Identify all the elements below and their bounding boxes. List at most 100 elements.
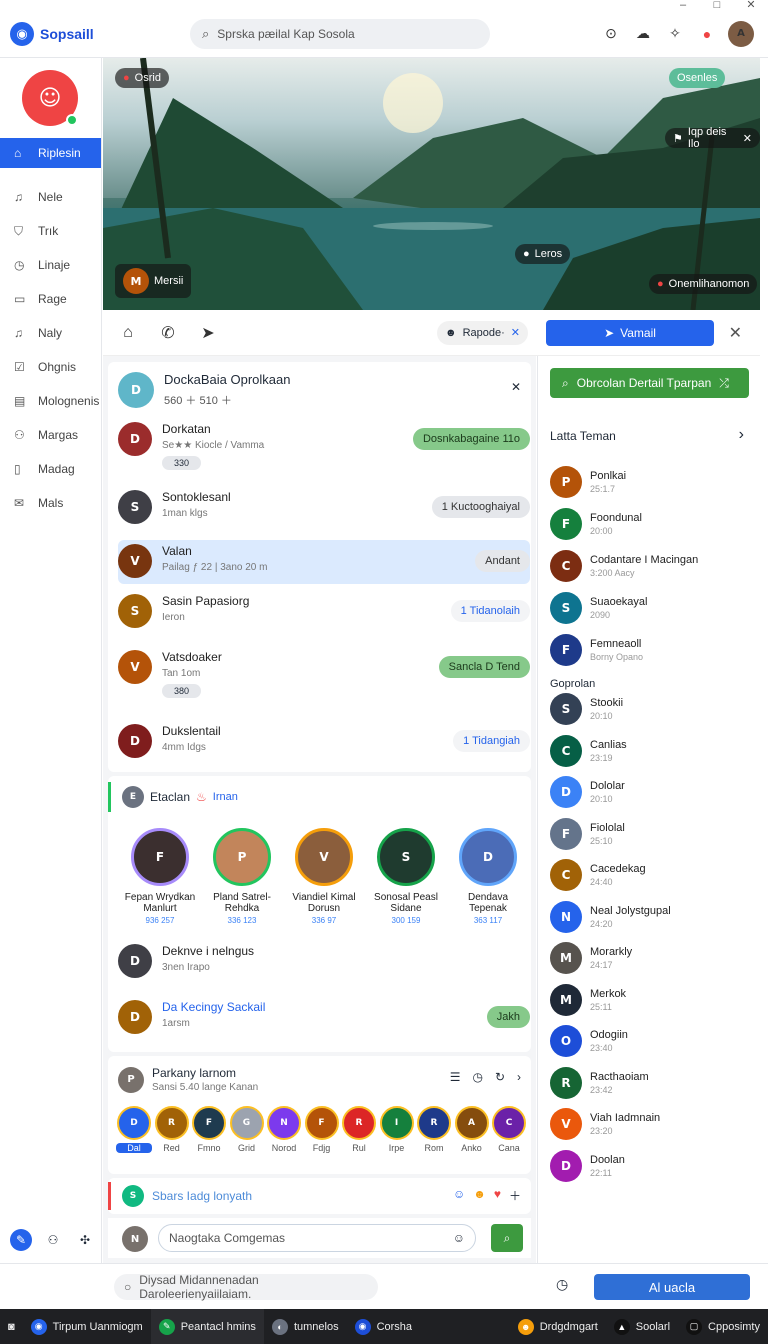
list-item[interactable]: D Dorkatan Se★★ Kiocle / Vamma 330 Dosnkabag… xyxy=(118,422,530,470)
taskbar-item[interactable]: ◉ Corsha xyxy=(347,1309,420,1344)
sidebar-item[interactable]: ☑ Ohgnis xyxy=(0,350,101,384)
friend-avatar[interactable]: O xyxy=(550,1025,582,1057)
friend-row[interactable]: N Neal Jolystgupal 24:20 xyxy=(550,900,749,933)
start-button[interactable]: ◙ xyxy=(0,1309,23,1344)
story-item[interactable]: R Rul xyxy=(341,1106,377,1153)
hero-banner[interactable]: ● Osrid Osenles ⚑ Iqp deis Ilo ✕ ● Leros M Me… xyxy=(103,58,760,310)
friend-row[interactable]: R Racthaoiam 23:42 xyxy=(550,1066,749,1099)
profile-avatar[interactable]: A xyxy=(728,20,754,47)
story-avatar[interactable]: C xyxy=(492,1106,526,1140)
close-icon[interactable]: ✕ xyxy=(511,380,521,394)
friend-avatar[interactable]: D xyxy=(550,1149,582,1182)
compose-icon[interactable]: ✎ xyxy=(10,1229,32,1251)
person-card[interactable]: S Sonosal Peasl Sidane 300 159 xyxy=(366,828,446,925)
friend-row[interactable]: D Doolan 22:11 xyxy=(550,1149,749,1182)
story-item[interactable]: R Rom xyxy=(416,1106,452,1153)
sidebar-item[interactable]: ♫ Naly xyxy=(0,316,101,350)
friend-avatar[interactable]: F xyxy=(550,817,582,850)
story-avatar[interactable]: F xyxy=(192,1106,226,1140)
person-card[interactable]: F Fepan Wrydkan Manlurt 936 257 xyxy=(120,828,200,925)
story-item[interactable]: N Norod xyxy=(266,1106,302,1153)
friend-row[interactable]: D Dololar 20:10 xyxy=(550,776,749,808)
list-item[interactable]: S Sontoklesanl 1man klgs 1 Kuctooghaiyal xyxy=(118,490,530,524)
story-avatar[interactable]: A xyxy=(454,1106,489,1140)
user-avatar[interactable]: D xyxy=(118,422,152,456)
list-item[interactable]: D Deknve i nelngus 3nen Irapo xyxy=(118,944,530,978)
user-avatar[interactable]: D xyxy=(118,944,152,978)
story-avatar[interactable]: D xyxy=(117,1106,151,1140)
story-item[interactable]: R Red xyxy=(154,1106,190,1153)
list-item[interactable]: V Vatsdoaker Tan 1om 380 Sancla D Tend xyxy=(118,650,530,698)
story-avatar[interactable]: R xyxy=(154,1106,189,1140)
phone-icon[interactable]: ✆ xyxy=(153,323,183,343)
emoji-icon[interactable]: ☻ xyxy=(473,1187,486,1204)
chevron-right-icon[interactable]: › xyxy=(517,1070,521,1084)
add-icon[interactable]: ＋ xyxy=(185,395,196,407)
home-icon[interactable]: ⌂ xyxy=(113,324,143,342)
person-card[interactable]: P Pland Satrel-Rehdka 336 123 xyxy=(202,828,282,925)
sidebar-item[interactable]: ⛉ Trık xyxy=(0,214,101,248)
user-avatar[interactable]: V xyxy=(118,544,152,578)
emoji-icon[interactable]: ☺ xyxy=(453,1187,465,1204)
friend-avatar[interactable]: V xyxy=(550,1108,582,1140)
friend-row[interactable]: O Odogiin 23:40 xyxy=(550,1025,749,1057)
friend-avatar[interactable]: C xyxy=(550,550,582,582)
friend-avatar[interactable]: M xyxy=(550,983,582,1016)
search-input[interactable]: Sprska pæilal Kap Sosola xyxy=(217,27,354,41)
friend-row[interactable]: S Suaoekayal 2090 xyxy=(550,592,749,624)
row-action-button[interactable]: Dosnkabagaine 11o xyxy=(412,428,530,450)
story-item[interactable]: G Grid xyxy=(229,1106,265,1153)
close-icon[interactable]: ✕ xyxy=(511,326,520,339)
send-button[interactable]: ➤ Vamail xyxy=(546,319,714,346)
friend-row[interactable]: F Fiololal 25:10 xyxy=(550,817,749,850)
app-logo[interactable]: ◉ Sopsaill xyxy=(10,21,190,46)
story-item[interactable]: F Fdjg xyxy=(304,1106,340,1153)
puzzle-icon[interactable]: ✧ xyxy=(664,23,686,45)
bottom-right-chip[interactable]: ● Onemlihanomon xyxy=(649,274,758,294)
story-avatar[interactable]: F xyxy=(304,1106,339,1140)
sidebar-item[interactable]: ▤ Molognenis xyxy=(0,384,101,418)
close-icon[interactable]: ✕ xyxy=(743,132,752,145)
sidebar-item[interactable]: ✉ Mals xyxy=(0,486,101,520)
add-icon[interactable]: ＋ xyxy=(509,1187,521,1204)
sidebar-item[interactable]: ⌂ Riplesin xyxy=(0,138,101,168)
sidebar-item[interactable]: ◷ Linaje xyxy=(0,248,101,282)
sidebar-item[interactable]: ♫ Nele xyxy=(0,180,101,214)
person-avatar[interactable]: S xyxy=(377,828,435,886)
friend-row[interactable]: C Codantare I Macingan 3:200 Aacy xyxy=(550,550,749,582)
sidebar-item[interactable]: ▯ Madag xyxy=(0,452,101,486)
taskbar-item[interactable]: ▲ Soolarl xyxy=(606,1309,678,1344)
friend-row[interactable]: P Ponlkai 25:1.7 xyxy=(550,466,749,498)
footer-action-button[interactable]: Al uacla xyxy=(594,1274,750,1300)
user-avatar[interactable]: S xyxy=(118,490,152,524)
clock-icon[interactable]: ◷ xyxy=(472,1070,482,1084)
friend-avatar[interactable]: S xyxy=(550,592,582,624)
friend-row[interactable]: M Merkok 25:11 xyxy=(550,983,749,1016)
friend-avatar[interactable]: N xyxy=(550,900,582,933)
friend-avatar[interactable]: D xyxy=(550,776,582,808)
search-bar[interactable]: ⌕ Sprska pæilal Kap Sosola xyxy=(190,18,490,49)
story-avatar[interactable]: R xyxy=(342,1106,376,1140)
emoji-icon[interactable]: ☺ xyxy=(453,1231,465,1245)
taskbar-item[interactable]: ◐ tumnelos xyxy=(264,1309,347,1344)
user-avatar[interactable]: D xyxy=(118,724,152,758)
story-item[interactable]: I Irpe xyxy=(379,1106,415,1153)
top-right-badge[interactable]: Osenles xyxy=(669,68,726,88)
close-panel-icon[interactable]: ✕ xyxy=(729,323,742,343)
sidebar-item[interactable]: ⚇ Margas xyxy=(0,418,101,452)
friend-avatar[interactable]: F xyxy=(550,634,582,666)
story-avatar[interactable]: I xyxy=(379,1106,414,1140)
list-item[interactable]: V Valan Pailag ƒ 22 | 3ano 20 m Andant xyxy=(118,540,530,584)
list-icon[interactable]: ☰ xyxy=(450,1070,461,1084)
friend-avatar[interactable]: C xyxy=(550,734,582,767)
taskbar-item[interactable]: ▢ Cpposimty xyxy=(678,1309,768,1344)
person-card[interactable]: V Viandiel Kimal Dorusn 336 97 xyxy=(284,828,364,925)
story-avatar[interactable]: R xyxy=(417,1106,451,1140)
friend-avatar[interactable]: P xyxy=(550,466,582,498)
person-avatar[interactable]: V xyxy=(295,828,353,886)
user-avatar[interactable]: ☺ xyxy=(22,70,78,126)
row-action-button[interactable]: 1 Tidangiah xyxy=(453,730,530,752)
taskbar-item[interactable]: ✎ Peantacl hmins xyxy=(150,1309,264,1344)
people-icon[interactable]: ⚇ xyxy=(42,1229,64,1251)
friend-row[interactable]: C Cacedekag 24:40 xyxy=(550,859,749,891)
